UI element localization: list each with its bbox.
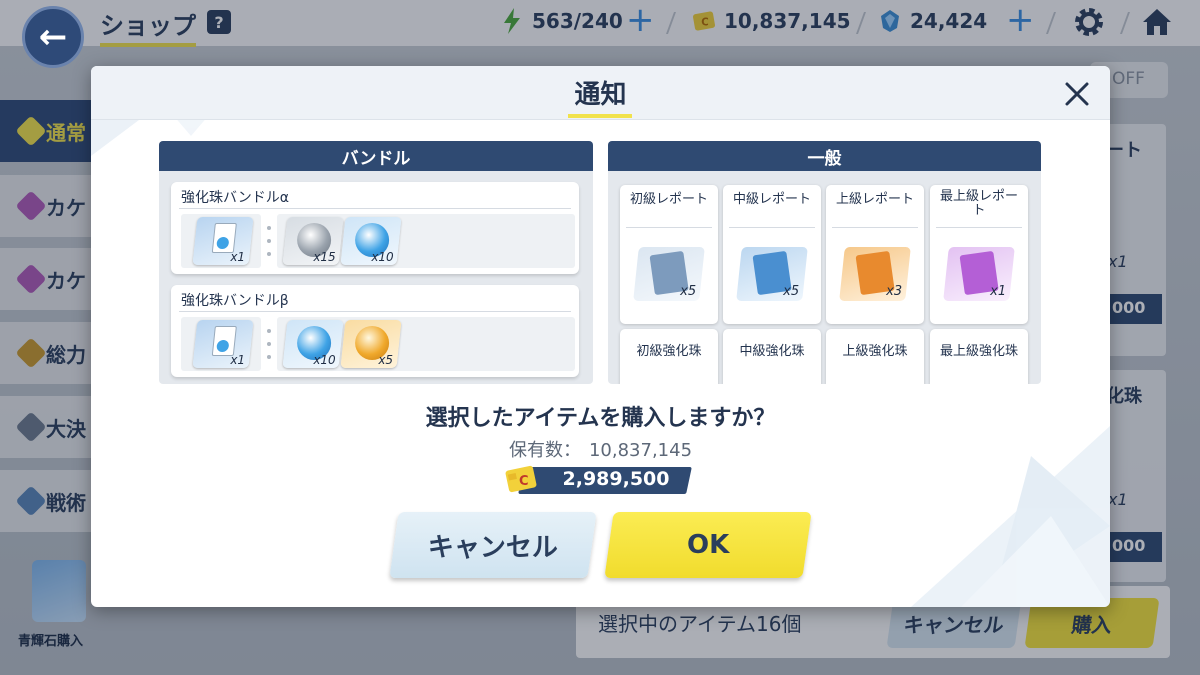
orb-card-intermediate[interactable]: 中級強化珠 xyxy=(723,329,821,384)
ok-button[interactable]: OK xyxy=(604,512,812,578)
bundle-pack-icon: x1 xyxy=(192,217,254,265)
item-title: 上級レポート xyxy=(835,192,914,207)
item-qty: x10 xyxy=(312,353,336,367)
report-icon: x1 xyxy=(943,247,1015,301)
report-icon: x5 xyxy=(736,247,808,301)
bundle-card-alpha[interactable]: 強化珠バンドルα x1 x15 x10 xyxy=(171,182,579,274)
cancel-label: キャンセル xyxy=(427,532,558,563)
item-title: 中級レポート xyxy=(732,192,811,207)
report-card-beginner[interactable]: 初級レポート x5 xyxy=(620,185,718,324)
bundle-name: 強化珠バンドルβ xyxy=(181,293,289,309)
item-qty: x5 xyxy=(378,353,394,367)
report-card-superior[interactable]: 最上級レポート x1 xyxy=(930,185,1028,324)
bundle-contents: x15 x10 xyxy=(277,214,575,268)
general-panel: 一般 初級レポート x5 中級レポート x5 上級レポート x3 最上級レポート… xyxy=(608,141,1041,384)
owned-value: 10,837,145 xyxy=(588,440,693,461)
close-icon[interactable] xyxy=(1061,78,1093,110)
dialog-header: 通知 xyxy=(91,66,1110,120)
item-title: 上級強化珠 xyxy=(842,344,908,359)
bundle-main-slot: x1 xyxy=(181,214,261,268)
item-title: 初級レポート xyxy=(629,192,708,207)
orb-card-advanced[interactable]: 上級強化珠 xyxy=(826,329,924,384)
credit-card-icon: C xyxy=(503,464,539,494)
item-title: 初級強化珠 xyxy=(636,344,702,359)
orb-item-icon: x15 xyxy=(282,217,344,265)
item-qty: x10 xyxy=(370,250,394,264)
report-card-intermediate[interactable]: 中級レポート x5 xyxy=(723,185,821,324)
bundle-main-slot: x1 xyxy=(181,317,261,371)
separator-dots xyxy=(267,226,271,256)
item-title: 最上級レポート xyxy=(939,189,1018,218)
bundle-contents: x10 x5 xyxy=(277,317,575,371)
item-title: 中級強化珠 xyxy=(739,344,805,359)
purchase-confirm-dialog: 通知 バンドル 強化珠バンドルα x1 x15 x10 強化珠バンドルβ x1 … xyxy=(91,66,1110,607)
divider xyxy=(179,311,571,312)
owned-label: 保有数： xyxy=(508,440,581,461)
item-qty: x1 xyxy=(230,353,246,367)
general-panel-header: 一般 xyxy=(608,141,1041,171)
report-card-advanced[interactable]: 上級レポート x3 xyxy=(826,185,924,324)
back-arrow-icon[interactable]: ← xyxy=(22,6,84,68)
ok-label: OK xyxy=(686,530,730,560)
divider xyxy=(179,208,571,209)
bundle-pack-icon: x1 xyxy=(192,320,254,368)
report-icon: x3 xyxy=(839,247,911,301)
divider xyxy=(936,227,1022,228)
item-qty: x5 xyxy=(680,284,697,299)
item-qty: x15 xyxy=(312,250,336,264)
divider xyxy=(626,227,712,228)
divider xyxy=(832,227,918,228)
item-qty: x3 xyxy=(886,284,903,299)
owned-credits: 保有数： 10,837,145 xyxy=(91,436,1110,462)
svg-text:C: C xyxy=(519,474,529,489)
cancel-button[interactable]: キャンセル xyxy=(389,512,597,578)
item-qty: x1 xyxy=(230,250,246,264)
confirm-message: 選択したアイテムを購入しますか？ xyxy=(425,406,776,431)
orb-card-superior[interactable]: 最上級強化珠 xyxy=(930,329,1028,384)
bundle-name: 強化珠バンドルα xyxy=(181,190,289,206)
orb-item-icon: x10 xyxy=(282,320,344,368)
report-icon: x5 xyxy=(633,247,705,301)
dialog-title: 通知 xyxy=(574,80,627,110)
separator-dots xyxy=(267,329,271,359)
item-qty: x5 xyxy=(783,284,800,299)
item-title: 最上級強化珠 xyxy=(939,344,1018,359)
orb-item-icon: x10 xyxy=(340,217,402,265)
item-qty: x1 xyxy=(990,284,1007,299)
bundle-panel-header: バンドル xyxy=(159,141,593,171)
orb-card-beginner[interactable]: 初級強化珠 xyxy=(620,329,718,384)
cost-value: 2,989,500 xyxy=(562,468,670,490)
bundle-panel: バンドル 強化珠バンドルα x1 x15 x10 強化珠バンドルβ x1 x10… xyxy=(159,141,593,384)
divider xyxy=(729,227,815,228)
orb-item-icon: x5 xyxy=(340,320,402,368)
title-underline xyxy=(568,114,632,118)
bundle-card-beta[interactable]: 強化珠バンドルβ x1 x10 x5 xyxy=(171,285,579,377)
